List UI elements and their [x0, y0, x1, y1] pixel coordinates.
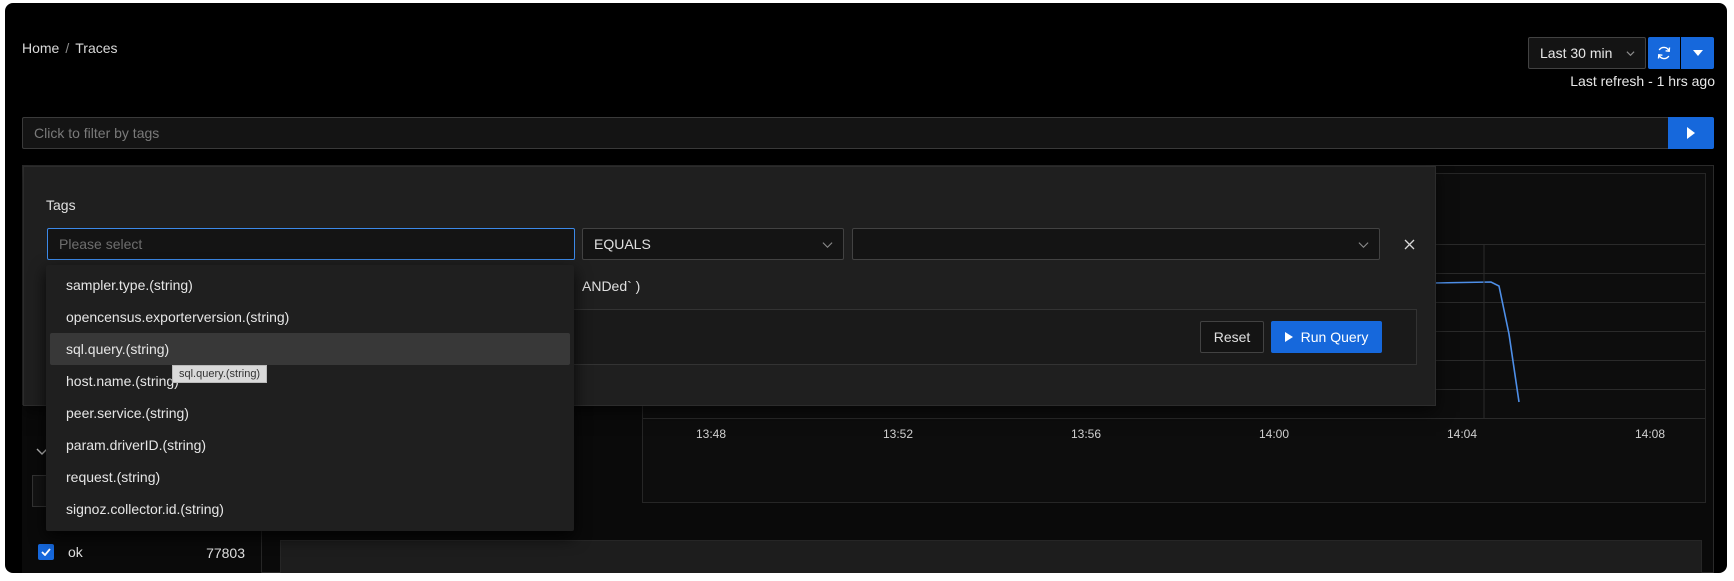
status-filter-label: ok — [68, 544, 83, 560]
time-range-select[interactable]: Last 30 min — [1528, 37, 1646, 69]
run-query-label: Run Query — [1300, 329, 1369, 345]
x-tick-label: 14:04 — [1446, 427, 1478, 441]
time-range-value: Last 30 min — [1540, 45, 1613, 61]
status-filter-ok[interactable]: ok — [38, 544, 83, 560]
dropdown-option[interactable]: param.driverID.(string) — [50, 429, 570, 461]
dropdown-option[interactable]: peer.service.(string) — [50, 397, 570, 429]
tag-filter-input[interactable]: Click to filter by tags — [22, 117, 1668, 149]
breadcrumb-separator: / — [65, 40, 70, 56]
x-tick-label: 13:56 — [1070, 427, 1102, 441]
play-icon — [1687, 127, 1695, 139]
refresh-button[interactable] — [1648, 37, 1680, 69]
dropdown-option[interactable]: sql.query.(string) — [50, 333, 570, 365]
last-refresh-text: Last refresh - 1 hrs ago — [1570, 73, 1715, 89]
status-filter-count: 77803 — [206, 545, 245, 561]
checkbox-checked[interactable] — [38, 544, 54, 560]
dropdown-option[interactable]: opencensus.exporterversion.(string) — [50, 301, 570, 333]
x-tick-label: 14:08 — [1634, 427, 1666, 441]
refresh-icon — [1657, 46, 1671, 60]
run-query-button[interactable]: Run Query — [1271, 321, 1382, 353]
tag-key-select[interactable]: Please select — [47, 228, 575, 260]
dropdown-option[interactable]: request.(string) — [50, 461, 570, 493]
breadcrumb-current: Traces — [75, 40, 118, 56]
tag-filter-placeholder: Click to filter by tags — [34, 125, 160, 141]
tag-key-placeholder: Please select — [59, 236, 143, 252]
apply-filter-button[interactable] — [1668, 117, 1714, 149]
breadcrumb-home[interactable]: Home — [22, 40, 59, 56]
reset-button[interactable]: Reset — [1200, 321, 1264, 353]
check-icon — [41, 548, 51, 556]
close-icon — [1404, 239, 1414, 249]
chevron-down-icon — [1358, 242, 1369, 249]
x-tick-label: 14:00 — [1258, 427, 1290, 441]
dropdown-option[interactable]: sampler.type.(string) — [50, 269, 570, 301]
tag-value-select[interactable] — [852, 228, 1380, 260]
remove-tag-button[interactable] — [1395, 230, 1423, 258]
tag-key-dropdown: sampler.type.(string) opencensus.exporte… — [46, 265, 574, 531]
tag-operator-value: EQUALS — [594, 236, 651, 252]
option-tooltip: sql.query.(string) — [172, 365, 268, 383]
refresh-options-button[interactable] — [1681, 37, 1714, 69]
caret-down-icon — [1692, 50, 1703, 56]
reset-label: Reset — [1213, 329, 1251, 345]
traces-table-header — [280, 540, 1702, 573]
chevron-down-icon — [1626, 51, 1635, 57]
x-tick-label: 13:52 — [882, 427, 914, 441]
app-window: Home / Traces Last 30 min Last refresh -… — [5, 3, 1727, 573]
x-tick-label: 13:48 — [695, 427, 727, 441]
tags-title: Tags — [46, 197, 76, 213]
query-hint-text: ANDed` ) — [582, 278, 641, 294]
tag-operator-select[interactable]: EQUALS — [582, 228, 844, 260]
chevron-down-icon — [822, 242, 833, 249]
play-icon — [1284, 332, 1293, 342]
dropdown-option[interactable]: host.name.(string) — [50, 365, 570, 397]
dropdown-option[interactable]: signoz.collector.id.(string) — [50, 493, 570, 525]
breadcrumb: Home / Traces — [22, 40, 118, 56]
